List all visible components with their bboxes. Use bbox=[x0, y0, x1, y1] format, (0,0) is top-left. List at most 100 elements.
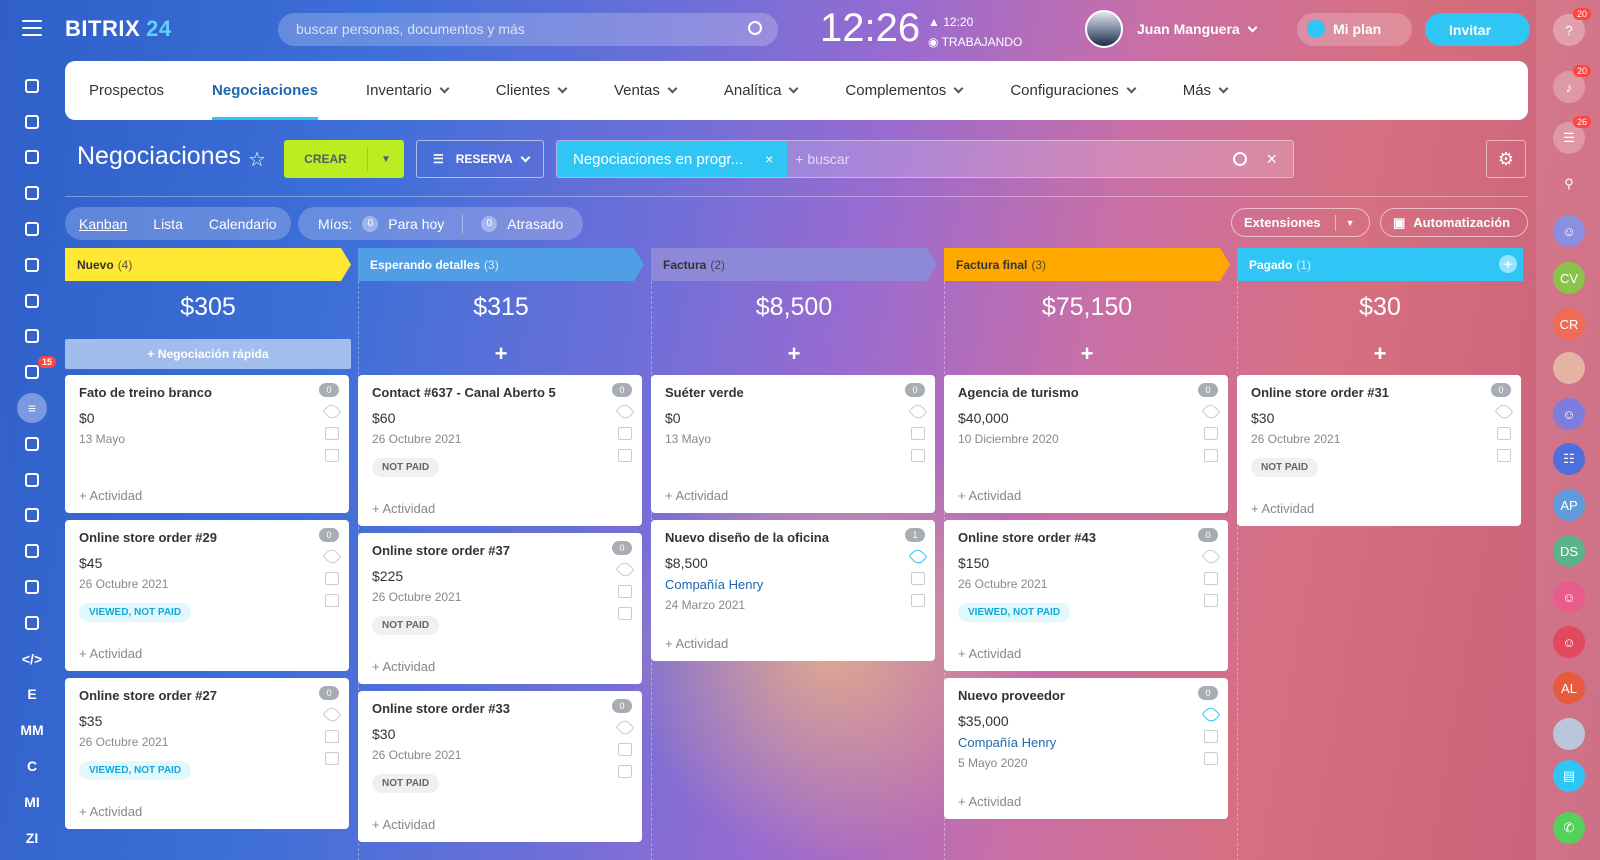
invite-button[interactable]: Invitar bbox=[1425, 13, 1530, 46]
deal-title[interactable]: Online store order #33 bbox=[372, 701, 628, 716]
deal-card[interactable]: Online store order #43 $150 26 Octubre 202… bbox=[944, 520, 1228, 671]
sidebar-item-groups[interactable] bbox=[0, 319, 64, 355]
avatar-photo[interactable] bbox=[1553, 718, 1585, 750]
add-activity-link[interactable]: + Actividad bbox=[79, 488, 335, 503]
chat-icon[interactable] bbox=[911, 594, 925, 607]
view-kanban[interactable]: Kanban bbox=[79, 216, 127, 232]
sidebar-item-contacts[interactable] bbox=[0, 498, 64, 534]
avatar-ap[interactable]: AP bbox=[1553, 489, 1585, 521]
add-deal-button[interactable]: + bbox=[651, 333, 937, 375]
deal-card[interactable]: Suéter verde $0 13 Mayo + Actividad 0 bbox=[651, 375, 935, 513]
deal-title[interactable]: Contact #637 - Canal Aberto 5 bbox=[372, 385, 628, 400]
avatar-cv[interactable]: CV bbox=[1553, 262, 1585, 294]
column-header[interactable]: Pagado (1) + bbox=[1237, 248, 1523, 281]
chat-icon[interactable] bbox=[1497, 449, 1511, 462]
group-chat-icon[interactable]: ☺ bbox=[1553, 581, 1585, 613]
document-icon[interactable]: ▤ bbox=[1553, 760, 1585, 792]
tab-negociaciones[interactable]: Negociaciones bbox=[188, 61, 342, 120]
phone-icon[interactable]: ✆ bbox=[1553, 812, 1585, 844]
phone-icon[interactable] bbox=[908, 401, 928, 422]
deal-card[interactable]: Contact #637 - Canal Aberto 5 $60 26 Octub… bbox=[358, 375, 642, 526]
add-activity-link[interactable]: + Actividad bbox=[79, 646, 335, 661]
deal-title[interactable]: Fato de treino branco bbox=[79, 385, 335, 400]
chat-icon[interactable] bbox=[1204, 752, 1218, 765]
sidebar-item-mm[interactable]: MM bbox=[0, 712, 64, 748]
reserva-button[interactable]: ☰ RESERVA bbox=[416, 140, 544, 178]
avatar-photo[interactable] bbox=[1553, 352, 1585, 384]
add-deal-button[interactable]: + bbox=[944, 333, 1230, 375]
close-icon[interactable]: × bbox=[765, 151, 773, 167]
deal-title[interactable]: Online store order #31 bbox=[1251, 385, 1507, 400]
add-activity-link[interactable]: + Actividad bbox=[665, 488, 921, 503]
mail-icon[interactable] bbox=[618, 743, 632, 756]
tab-inventario[interactable]: Inventario bbox=[342, 61, 472, 120]
sidebar-item-tasks[interactable] bbox=[0, 104, 64, 140]
plan-button[interactable]: Mi plan bbox=[1297, 13, 1412, 46]
phone-icon[interactable] bbox=[322, 704, 342, 725]
add-activity-link[interactable]: + Actividad bbox=[958, 646, 1214, 661]
sidebar-item-c[interactable]: C bbox=[0, 748, 64, 784]
deal-company-link[interactable]: Compañía Henry bbox=[665, 577, 921, 592]
mail-icon[interactable] bbox=[325, 730, 339, 743]
phone-icon[interactable] bbox=[322, 546, 342, 567]
atrasado-filter[interactable]: Atrasado bbox=[507, 216, 563, 232]
filter-chip[interactable]: Negociaciones en progr... × bbox=[557, 141, 788, 177]
chat-icon[interactable] bbox=[325, 449, 339, 462]
add-column-icon[interactable]: + bbox=[1499, 255, 1517, 273]
create-button[interactable]: CREAR ▼ bbox=[284, 140, 404, 178]
deal-card[interactable]: Agencia de turismo $40,000 10 Diciembre 20… bbox=[944, 375, 1228, 513]
sidebar-item-box1[interactable] bbox=[0, 569, 64, 605]
chat-icon[interactable] bbox=[1204, 594, 1218, 607]
deal-title[interactable]: Online store order #27 bbox=[79, 688, 335, 703]
automation-button[interactable]: ▣ Automatización bbox=[1380, 208, 1528, 237]
chat-icon[interactable] bbox=[1204, 449, 1218, 462]
sidebar-item-calendar[interactable] bbox=[0, 175, 64, 211]
tab-clientes[interactable]: Clientes bbox=[472, 61, 590, 120]
tab-ventas[interactable]: Ventas bbox=[590, 61, 700, 120]
add-activity-link[interactable]: + Actividad bbox=[958, 488, 1214, 503]
para-hoy-filter[interactable]: Para hoy bbox=[388, 216, 444, 232]
deal-title[interactable]: Agencia de turismo bbox=[958, 385, 1214, 400]
chevron-down-icon[interactable]: ▼ bbox=[368, 154, 404, 165]
column-header[interactable]: Esperando detalles (3) bbox=[358, 248, 644, 281]
clear-icon[interactable]: × bbox=[1266, 149, 1277, 170]
deal-title[interactable]: Nuevo proveedor bbox=[958, 688, 1214, 703]
view-calendario[interactable]: Calendario bbox=[209, 216, 277, 232]
mail-icon[interactable] bbox=[325, 427, 339, 440]
deal-title[interactable]: Online store order #37 bbox=[372, 543, 628, 558]
quick-deal-button[interactable]: + Negociación rápida bbox=[65, 339, 351, 369]
search-input[interactable]: buscar personas, documentos y más bbox=[278, 13, 778, 46]
column-header[interactable]: Factura (2) bbox=[651, 248, 937, 281]
mail-icon[interactable] bbox=[1204, 427, 1218, 440]
mail-icon[interactable] bbox=[911, 427, 925, 440]
add-deal-button[interactable]: + bbox=[1237, 333, 1523, 375]
tab-prospectos[interactable]: Prospectos bbox=[65, 61, 188, 120]
view-lista[interactable]: Lista bbox=[153, 216, 183, 232]
phone-icon[interactable] bbox=[1494, 401, 1514, 422]
group-chat-icon[interactable]: ☺ bbox=[1553, 626, 1585, 658]
tab-analitica[interactable]: Analítica bbox=[700, 61, 822, 120]
mail-icon[interactable] bbox=[325, 572, 339, 585]
sidebar-item-mi[interactable]: MI bbox=[0, 784, 64, 820]
chat-icon[interactable] bbox=[911, 449, 925, 462]
phone-icon[interactable] bbox=[908, 546, 928, 567]
help-icon[interactable]: ? 20 bbox=[1553, 8, 1591, 46]
add-deal-button[interactable]: + bbox=[358, 333, 644, 375]
sidebar-item-feed[interactable] bbox=[0, 68, 64, 104]
mail-icon[interactable] bbox=[618, 427, 632, 440]
mail-icon[interactable] bbox=[911, 572, 925, 585]
star-icon[interactable]: ☆ bbox=[248, 147, 266, 172]
phone-icon[interactable] bbox=[1201, 401, 1221, 422]
deal-title[interactable]: Nuevo diseño de la oficina bbox=[665, 530, 921, 545]
tab-mas[interactable]: Más bbox=[1159, 61, 1251, 120]
chat-icon[interactable] bbox=[618, 765, 632, 778]
deal-title[interactable]: Online store order #43 bbox=[958, 530, 1214, 545]
mail-icon[interactable] bbox=[1204, 730, 1218, 743]
messenger-icon[interactable]: ☰ 26 bbox=[1553, 116, 1591, 154]
deal-card[interactable]: Fato de treino branco $0 13 Mayo + Activida… bbox=[65, 375, 349, 513]
sidebar-item-mail[interactable] bbox=[0, 283, 64, 319]
add-activity-link[interactable]: + Actividad bbox=[372, 659, 628, 674]
deal-card[interactable]: Online store order #29 $45 26 Octubre 2021… bbox=[65, 520, 349, 671]
bell-icon[interactable]: ♪ 20 bbox=[1553, 65, 1591, 103]
phone-icon[interactable] bbox=[322, 401, 342, 422]
